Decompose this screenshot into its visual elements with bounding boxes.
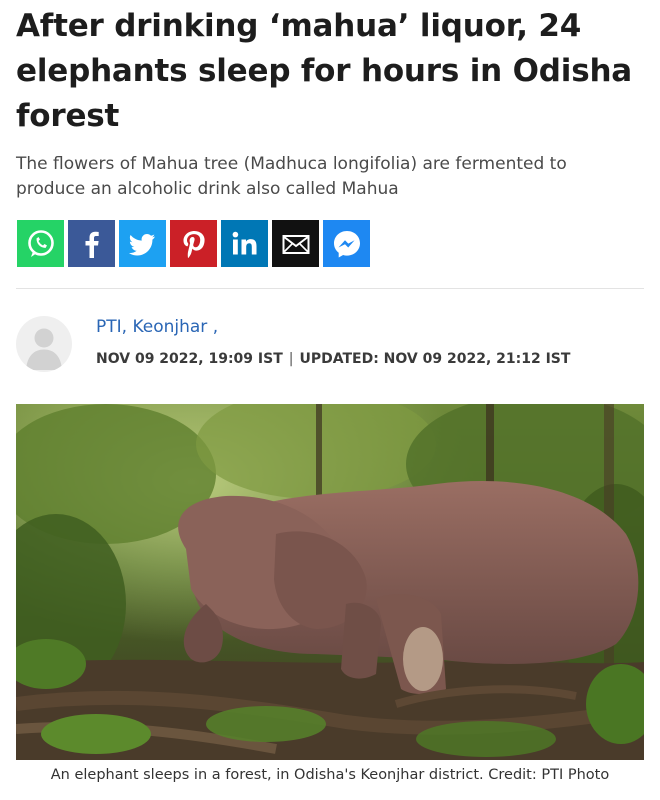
- author-link[interactable]: PTI, Keonjhar ,: [96, 314, 218, 340]
- author-avatar: [16, 316, 72, 372]
- article-photo: [16, 404, 644, 760]
- article-subheadline: The flowers of Mahua tree (Madhuca longi…: [16, 154, 567, 199]
- messenger-icon: [333, 230, 360, 257]
- divider: [16, 288, 644, 289]
- facebook-icon: [85, 231, 99, 258]
- email-icon: [282, 234, 309, 254]
- share-bar: [17, 220, 370, 268]
- messenger-share-button[interactable]: [323, 220, 370, 267]
- date-separator: |: [288, 351, 294, 367]
- email-share-button[interactable]: [272, 220, 319, 267]
- facebook-share-button[interactable]: [68, 220, 115, 267]
- twitter-share-button[interactable]: [119, 220, 166, 267]
- article-page: After drinking ‘mahua’ liquor, 24 elepha…: [0, 0, 660, 800]
- article-headline: After drinking ‘mahua’ liquor, 24 elepha…: [16, 8, 633, 134]
- whatsapp-share-button[interactable]: [17, 220, 64, 267]
- elephant-photo-illustration: [16, 404, 644, 760]
- pinterest-icon: [183, 230, 205, 258]
- updated-date: UPDATED: NOV 09 2022, 21:12 IST: [299, 351, 571, 367]
- article-dates: NOV 09 2022, 19:09 IST | UPDATED: NOV 09 2…: [96, 348, 570, 370]
- whatsapp-icon: [27, 229, 54, 257]
- twitter-icon: [128, 233, 155, 255]
- avatar-placeholder-icon: [26, 328, 62, 370]
- linkedin-icon: [232, 231, 256, 254]
- linkedin-share-button[interactable]: [221, 220, 268, 267]
- pinterest-share-button[interactable]: [170, 220, 217, 267]
- photo-caption: An elephant sleeps in a forest, in Odish…: [50, 767, 610, 783]
- published-date: NOV 09 2022, 19:09 IST: [96, 351, 283, 367]
